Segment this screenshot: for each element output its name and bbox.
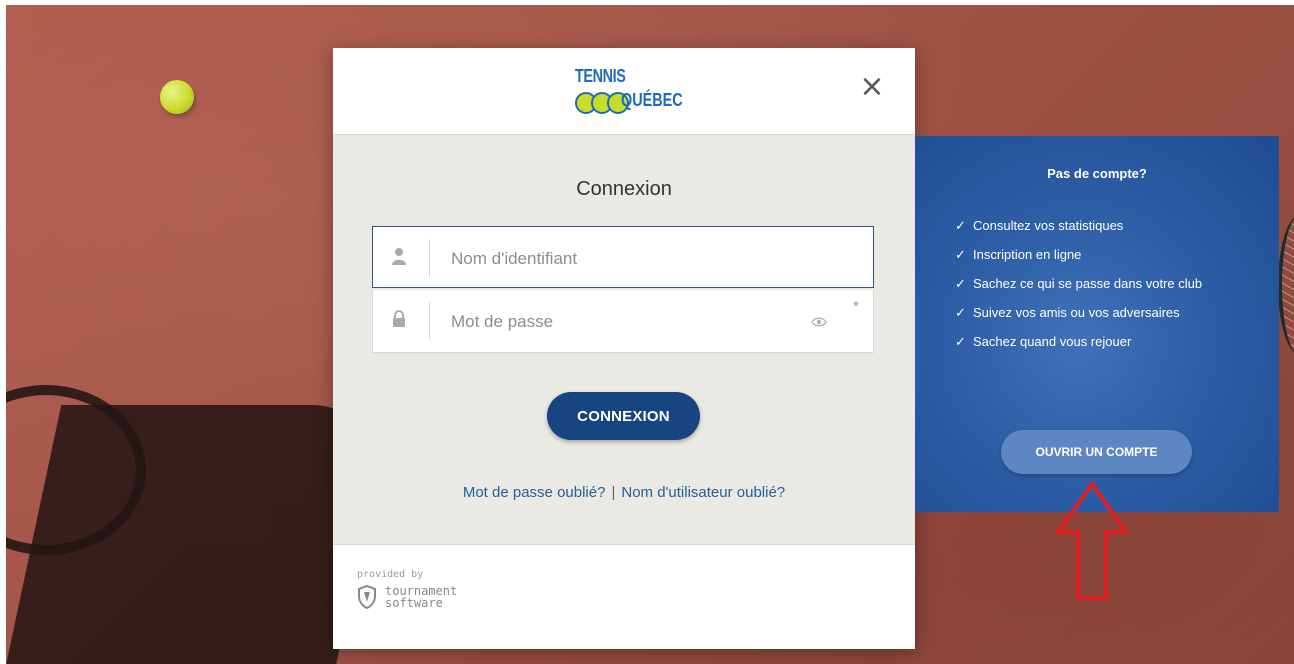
field-divider xyxy=(429,302,430,340)
racket-image xyxy=(1278,215,1294,355)
tournament-software-logo: tournament software xyxy=(357,585,457,609)
logo-text-bottom: QUÉBEC xyxy=(621,90,683,110)
up-arrow-annotation xyxy=(1054,480,1130,600)
login-modal: TENNIS QUÉBEC × Connexion * CONNEXION Mo… xyxy=(333,48,915,649)
check-icon: ✓ xyxy=(955,334,966,349)
link-separator: | xyxy=(611,484,616,501)
check-icon: ✓ xyxy=(955,276,966,291)
brand-line-2: software xyxy=(385,596,443,610)
list-item: ✓ Inscription en ligne xyxy=(955,247,1082,262)
forgot-username-link[interactable]: Nom d'utilisateur oublié? xyxy=(621,484,785,501)
check-icon: ✓ xyxy=(955,218,966,233)
list-item: ✓ Sachez ce qui se passe dans votre club xyxy=(955,276,1203,291)
close-button[interactable]: × xyxy=(857,72,887,102)
shield-icon xyxy=(358,585,376,609)
password-field: * xyxy=(372,290,874,353)
username-field xyxy=(372,226,874,288)
logo-balls-icon xyxy=(575,92,629,114)
check-icon: ✓ xyxy=(955,247,966,262)
list-item: ✓ Suivez vos amis ou vos adversaires xyxy=(955,305,1180,320)
modal-footer: provided by tournament software xyxy=(333,544,915,649)
username-input[interactable] xyxy=(449,241,803,277)
tennis-quebec-logo: TENNIS QUÉBEC xyxy=(575,66,685,116)
eye-icon[interactable] xyxy=(811,316,827,328)
check-icon: ✓ xyxy=(955,305,966,320)
tennis-ball-image xyxy=(160,80,194,114)
forgot-password-link[interactable]: Mot de passe oublié? xyxy=(463,484,606,501)
list-item: ✓ Sachez quand vous rejouer xyxy=(955,334,1132,349)
password-input[interactable] xyxy=(449,304,803,340)
modal-header: TENNIS QUÉBEC × xyxy=(333,48,915,135)
field-divider xyxy=(429,239,430,277)
lock-icon xyxy=(393,310,405,327)
open-account-button[interactable]: OUVRIR UN COMPTE xyxy=(1001,430,1192,474)
list-item: ✓ Consultez vos statistiques xyxy=(955,218,1124,233)
signup-panel: Pas de compte? ✓ Consultez vos statistiqu… xyxy=(915,136,1279,512)
user-icon xyxy=(392,248,406,265)
login-title: Connexion xyxy=(576,178,672,200)
required-asterisk: * xyxy=(853,298,859,315)
provided-by-label: provided by xyxy=(357,569,424,580)
logo-text-top: TENNIS xyxy=(575,66,626,86)
signup-title: Pas de compte? xyxy=(1047,166,1147,181)
login-button[interactable]: CONNEXION xyxy=(547,392,700,440)
recovery-links: Mot de passe oublié? | Nom d'utilisateur o… xyxy=(333,484,915,501)
benefits-list: ✓ Consultez vos statistiques ✓ Inscription… xyxy=(955,216,1255,361)
